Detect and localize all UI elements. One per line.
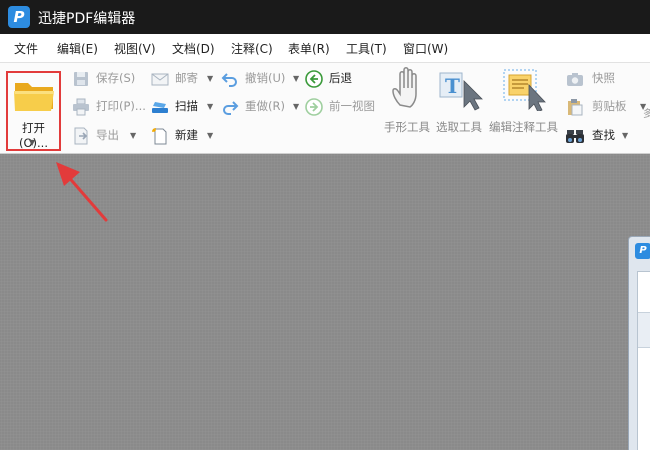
undo-arrow-icon xyxy=(221,73,237,87)
menu-comment[interactable]: 注释(C) xyxy=(231,40,273,57)
export-button[interactable]: 导出 ▼ xyxy=(72,127,138,145)
menu-tools[interactable]: 工具(T) xyxy=(346,40,387,57)
back-label: 后退 xyxy=(329,71,352,85)
previous-view-button[interactable]: 前一视图 xyxy=(305,98,383,116)
forward-arrow-circle-icon xyxy=(305,98,323,116)
select-tool-label: 选取工具 xyxy=(436,120,482,134)
redo-label: 重做(R) xyxy=(245,99,285,113)
save-button[interactable]: 保存(S) xyxy=(72,70,142,88)
menu-file[interactable]: 文件 xyxy=(14,40,38,57)
toolbar-ribbon: 打开(O)... ▼ 保存(S) 打印(P)... 导出 ▼ 邮寄 ▼ 扫描 ▼ xyxy=(0,63,650,154)
menu-view[interactable]: 视图(V) xyxy=(114,40,156,57)
find-caret-icon: ▼ xyxy=(622,131,629,140)
new-button[interactable]: 新建 ▼ xyxy=(151,127,217,145)
export-icon xyxy=(74,127,88,145)
snapshot-label: 快照 xyxy=(592,71,615,85)
envelope-icon xyxy=(151,73,169,86)
printer-icon xyxy=(73,98,89,116)
edit-annotation-tool-button[interactable]: 编辑注释工具 xyxy=(489,67,565,147)
annotation-select-icon xyxy=(503,69,546,111)
mail-button[interactable]: 邮寄 ▼ xyxy=(151,70,217,88)
menu-form[interactable]: 表单(R) xyxy=(288,40,330,57)
new-label: 新建 xyxy=(175,128,198,142)
export-label: 导出 xyxy=(96,128,119,142)
binoculars-icon xyxy=(566,130,584,143)
redo-caret-icon: ▼ xyxy=(293,102,300,111)
new-caret-icon: ▼ xyxy=(207,131,214,140)
scan-caret-icon: ▼ xyxy=(207,102,214,111)
toolbar-overflow-button[interactable]: 多 xyxy=(643,105,650,121)
window-title: 迅捷PDF编辑器 xyxy=(38,11,136,27)
mail-label: 邮寄 xyxy=(175,71,198,85)
hand-icon xyxy=(392,67,417,108)
save-label: 保存(S) xyxy=(96,71,136,85)
scan-label: 扫描 xyxy=(175,99,198,113)
find-label: 查找 xyxy=(592,128,615,142)
menu-edit[interactable]: 编辑(E) xyxy=(57,40,98,57)
dialog-content-panel xyxy=(637,271,650,450)
print-button[interactable]: 打印(P)... xyxy=(72,98,150,116)
menu-window[interactable]: 窗口(W) xyxy=(403,40,448,57)
clipboard-icon xyxy=(568,99,583,116)
back-button[interactable]: 后退 xyxy=(305,70,365,88)
undo-label: 撤销(U) xyxy=(245,71,286,85)
find-button[interactable]: 查找 ▼ xyxy=(566,127,636,145)
new-document-icon xyxy=(152,128,167,145)
svg-text:T: T xyxy=(445,74,460,98)
dialog-window[interactable]: P xyxy=(628,236,650,450)
hand-tool-button[interactable]: 手形工具 xyxy=(384,67,436,147)
previous-view-label: 前一视图 xyxy=(329,99,375,113)
scan-button[interactable]: 扫描 ▼ xyxy=(151,98,217,116)
snapshot-button[interactable]: 快照 xyxy=(566,70,636,88)
menu-document[interactable]: 文档(D) xyxy=(172,40,215,57)
scanner-icon xyxy=(152,102,168,113)
redo-button[interactable]: 重做(R) ▼ xyxy=(221,98,301,116)
open-dropdown-caret-icon[interactable]: ▼ xyxy=(29,138,35,147)
dialog-app-icon: P xyxy=(635,243,650,259)
clipboard-label: 剪贴板 xyxy=(592,99,627,113)
title-bar: P 迅捷PDF编辑器 xyxy=(0,0,650,34)
clipboard-button[interactable]: 剪贴板 ▼ xyxy=(566,98,646,116)
select-tool-button[interactable]: T 选取工具 xyxy=(436,67,488,147)
folder-open-icon xyxy=(14,83,54,111)
camera-icon xyxy=(567,73,583,86)
dialog-toolbar-strip xyxy=(638,312,650,348)
toolbar-overflow-label: 多 xyxy=(643,109,650,120)
edit-annotation-tool-label: 编辑注释工具 xyxy=(489,120,558,134)
menu-bar: 文件 编辑(E) 视图(V) 文档(D) 注释(C) 表单(R) 工具(T) 窗… xyxy=(0,34,650,63)
redo-arrow-icon xyxy=(223,101,239,115)
app-logo-icon: P xyxy=(8,6,30,28)
undo-button[interactable]: 撤销(U) ▼ xyxy=(221,70,301,88)
undo-caret-icon: ▼ xyxy=(293,74,300,83)
hand-tool-label: 手形工具 xyxy=(384,120,430,134)
text-select-cursor-icon: T xyxy=(439,72,483,111)
open-button[interactable]: 打开(O)... ▼ xyxy=(6,71,61,151)
back-arrow-circle-icon xyxy=(305,70,323,88)
print-label: 打印(P)... xyxy=(96,99,146,113)
export-caret-icon: ▼ xyxy=(130,131,137,140)
red-pointer-arrow-icon xyxy=(56,162,108,222)
save-disk-icon xyxy=(74,72,88,86)
mail-caret-icon: ▼ xyxy=(207,74,214,83)
